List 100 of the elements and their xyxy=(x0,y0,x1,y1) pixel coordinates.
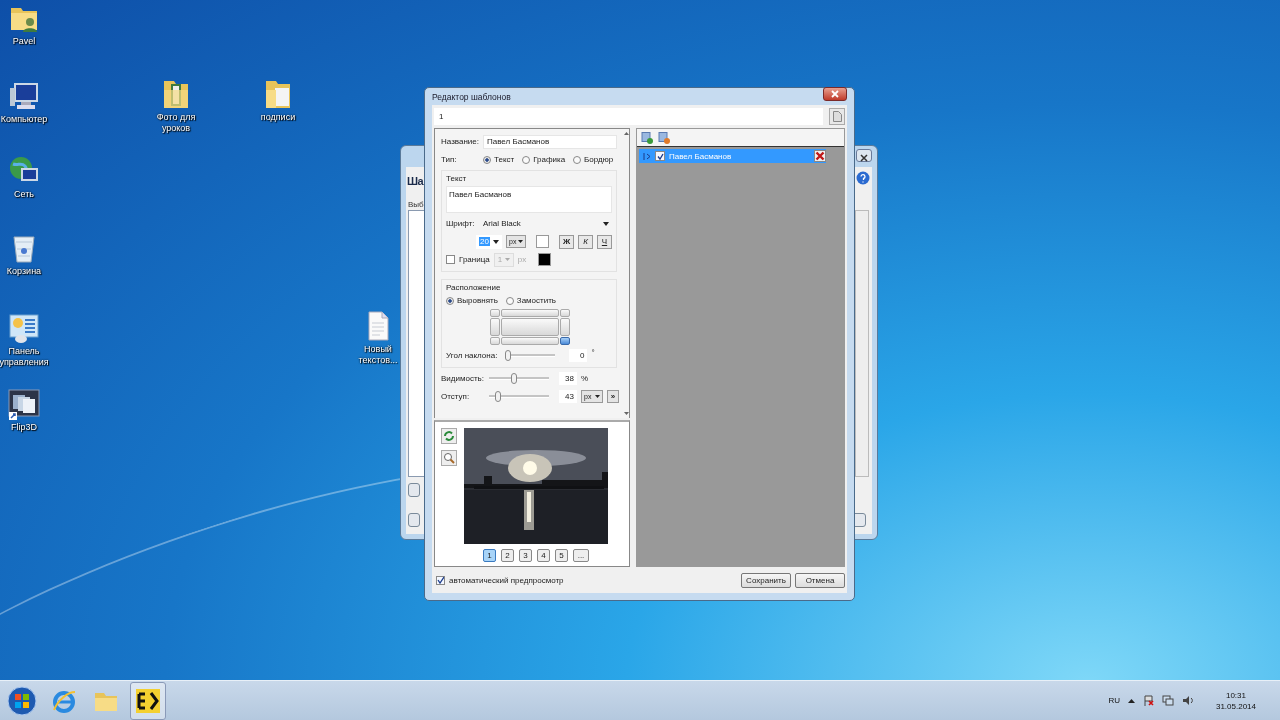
scrollbar[interactable] xyxy=(855,210,869,477)
icon-label: Панель управления xyxy=(0,346,50,368)
group-title: Расположение xyxy=(446,283,502,292)
speaker-icon[interactable] xyxy=(1181,695,1194,706)
help-icon[interactable] xyxy=(856,171,870,185)
computer-icon xyxy=(8,80,40,112)
format-button[interactable]: Ж xyxy=(559,234,574,249)
dropdown-arrow-icon xyxy=(603,221,609,226)
checkbox[interactable] xyxy=(655,151,665,161)
anchor-cell[interactable] xyxy=(490,309,500,317)
anchor-cell[interactable] xyxy=(501,318,559,336)
slider-label: Угол наклона: xyxy=(446,351,498,360)
value-field[interactable]: 38 xyxy=(559,372,577,385)
page-button[interactable]: ... xyxy=(573,549,589,562)
radio-button[interactable] xyxy=(446,296,454,305)
anchor-cell[interactable] xyxy=(501,337,559,345)
checkbox[interactable] xyxy=(446,255,455,264)
caret-icon[interactable] xyxy=(1127,698,1135,703)
font-dropdown[interactable]: Arial Black xyxy=(480,216,612,231)
icon-label: Корзина xyxy=(5,266,43,277)
more-button[interactable]: » xyxy=(607,390,619,403)
unit-label: ° xyxy=(591,348,595,357)
page-button[interactable]: 3 xyxy=(519,549,532,562)
anchor-cell[interactable] xyxy=(560,337,570,345)
icon-label: подписи xyxy=(259,112,297,123)
slider-label: Отступ: xyxy=(441,392,471,401)
radio-label: Графика xyxy=(533,155,566,164)
icon-label: Сеть xyxy=(13,189,35,200)
cancel-button[interactable]: Отмена xyxy=(795,572,845,588)
radio-label: Выровнять xyxy=(457,296,498,305)
name-field[interactable]: Павел Басманов xyxy=(483,134,617,149)
close-button[interactable] xyxy=(856,149,872,162)
refresh-button[interactable] xyxy=(441,428,457,444)
template-name-field[interactable]: 1 xyxy=(434,108,823,125)
windows-stack-icon xyxy=(8,388,40,420)
icon-label: Pavel xyxy=(11,36,37,47)
radio-button[interactable] xyxy=(522,155,531,164)
value-field[interactable]: 43 xyxy=(559,390,577,403)
scrollbar[interactable] xyxy=(623,129,629,418)
anchor-cell[interactable] xyxy=(560,318,570,336)
document-button[interactable] xyxy=(829,108,845,125)
field-label: Выб xyxy=(408,200,424,209)
dropdown-arrow-icon xyxy=(504,258,510,261)
page-button[interactable]: 2 xyxy=(501,549,514,562)
button[interactable] xyxy=(408,513,420,527)
radio-label: Текст xyxy=(494,155,515,164)
close-icon xyxy=(859,154,869,162)
anchor-cell[interactable] xyxy=(490,318,500,336)
icon-label: Flip3D xyxy=(10,422,38,433)
slider-thumb[interactable] xyxy=(510,373,517,384)
app-icon[interactable] xyxy=(130,681,166,720)
save-button[interactable]: Сохранить xyxy=(741,572,791,588)
language-indicator[interactable]: RU xyxy=(1108,696,1120,705)
radio-button[interactable] xyxy=(573,155,582,164)
button[interactable] xyxy=(408,483,420,497)
control-panel-icon xyxy=(8,312,40,344)
field-label: Название: xyxy=(441,137,479,146)
slider-thumb[interactable] xyxy=(495,391,502,402)
anchor-cell[interactable] xyxy=(560,309,570,317)
slider-thumb[interactable] xyxy=(505,350,512,361)
field-label: Шрифт: xyxy=(446,219,476,228)
radio-label: Замостить xyxy=(516,296,557,305)
add-layer-icon[interactable] xyxy=(641,131,653,144)
radio-button[interactable] xyxy=(505,296,514,305)
value-field[interactable]: 0 xyxy=(569,349,588,362)
icon-label: Новый текстов... xyxy=(357,344,399,366)
anchor-cell[interactable] xyxy=(490,337,500,345)
scroll-arrow-icon xyxy=(623,132,629,135)
window-heading: Ша xyxy=(407,175,424,187)
format-button[interactable]: Ч xyxy=(597,234,612,249)
dropdown-arrow-icon xyxy=(493,239,499,244)
checkbox[interactable] xyxy=(436,575,445,585)
page-button[interactable]: 1 xyxy=(483,549,496,562)
format-button[interactable]: К xyxy=(578,234,593,249)
slider-label: Видимость: xyxy=(441,374,485,383)
delete-button[interactable] xyxy=(814,150,826,162)
close-button[interactable] xyxy=(823,86,847,101)
network-icon[interactable] xyxy=(1161,695,1174,706)
text-area[interactable]: Павел Басманов xyxy=(446,186,612,213)
drag-handle-icon[interactable] xyxy=(643,151,651,161)
remove-layer-icon[interactable] xyxy=(658,131,670,144)
color-swatch[interactable] xyxy=(536,235,549,248)
field-label: Тип: xyxy=(441,155,458,164)
zoom-button[interactable] xyxy=(441,450,457,466)
group-title: Текст xyxy=(446,174,468,183)
unit-label: % xyxy=(581,374,589,383)
dropdown-arrow-icon xyxy=(518,240,523,243)
radio-button[interactable] xyxy=(483,155,491,164)
clock[interactable]: 10:31 31.05.2014 xyxy=(1201,689,1270,712)
layer-name: Павел Басманов xyxy=(669,151,733,161)
page-button[interactable]: 4 xyxy=(537,549,550,562)
close-icon xyxy=(830,89,840,98)
checkbox-label: автоматический предпросмотр xyxy=(449,575,564,585)
scroll-arrow-icon xyxy=(623,412,629,415)
color-swatch[interactable] xyxy=(538,253,552,266)
page-button[interactable]: 5 xyxy=(555,549,568,562)
flag-icon[interactable] xyxy=(1142,695,1154,706)
anchor-cell[interactable] xyxy=(501,309,559,317)
radio-label: Бордюр xyxy=(584,155,614,164)
icon-label: Компьютер xyxy=(0,114,49,125)
